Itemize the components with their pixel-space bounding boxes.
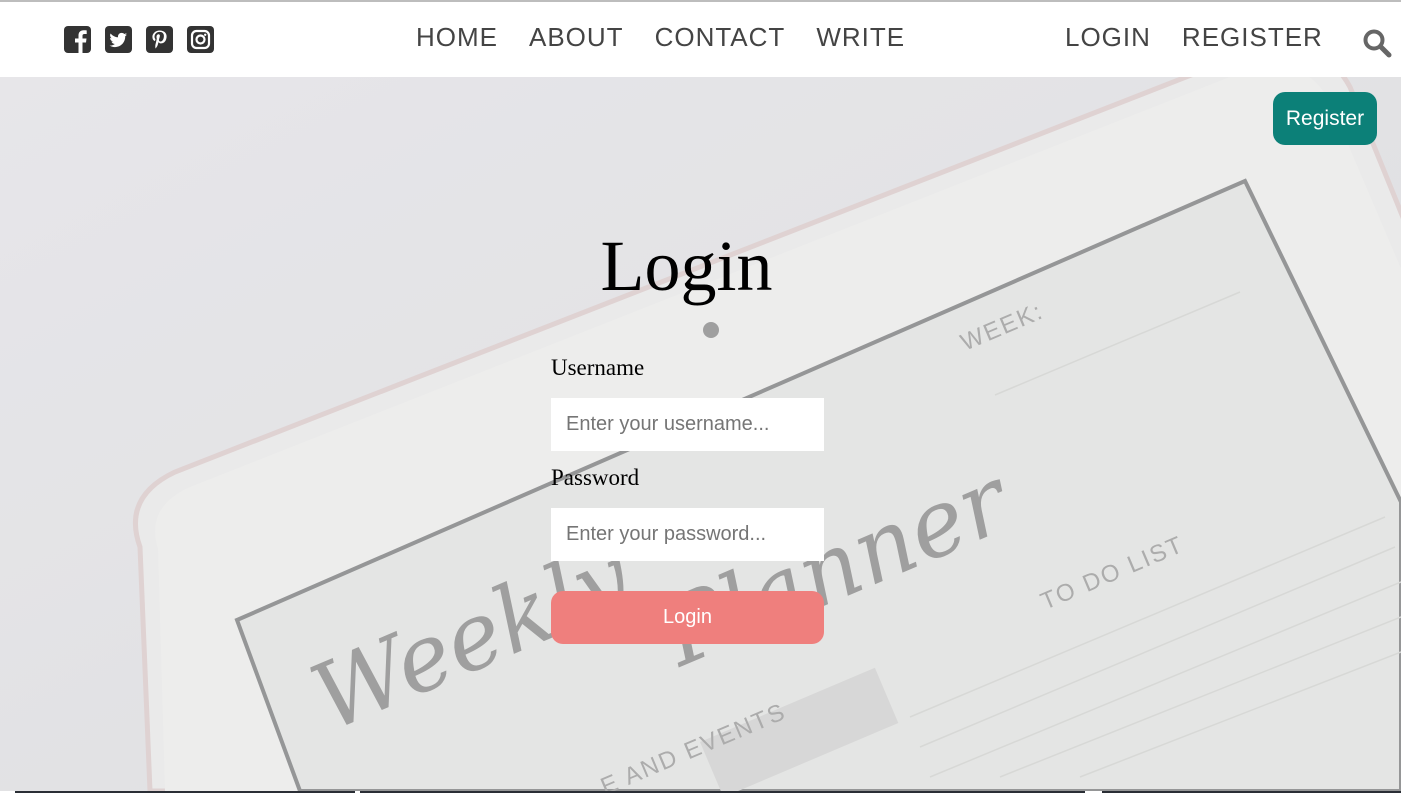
page-title: Login [600, 226, 773, 306]
twitter-icon[interactable] [105, 26, 132, 53]
main-nav: HOME ABOUT CONTACT WRITE [416, 22, 905, 53]
account-nav: LOGIN REGISTER [1065, 22, 1323, 53]
nav-about-link[interactable]: ABOUT [529, 22, 624, 53]
login-hero: Weekly Planner WEEK: TO DO LIST E AND EV… [0, 77, 1401, 791]
facebook-icon[interactable] [64, 26, 91, 53]
username-input[interactable] [551, 398, 824, 451]
password-label: Password [551, 465, 640, 490]
instagram-icon[interactable] [187, 26, 214, 53]
search-icon[interactable] [1362, 28, 1392, 58]
nav-register-link[interactable]: REGISTER [1182, 22, 1323, 53]
pinterest-icon[interactable] [146, 26, 173, 53]
nav-contact-link[interactable]: CONTACT [655, 22, 786, 53]
nav-home-link[interactable]: HOME [416, 22, 498, 53]
login-submit-button[interactable]: Login [551, 591, 824, 644]
password-input[interactable] [551, 508, 824, 561]
top-navigation-bar: HOME ABOUT CONTACT WRITE LOGIN REGISTER [0, 2, 1401, 77]
register-button[interactable]: Register [1273, 92, 1377, 145]
nav-write-link[interactable]: WRITE [816, 22, 905, 53]
username-label: Username [551, 355, 645, 380]
nav-login-link[interactable]: LOGIN [1065, 22, 1151, 53]
social-links [64, 26, 214, 53]
